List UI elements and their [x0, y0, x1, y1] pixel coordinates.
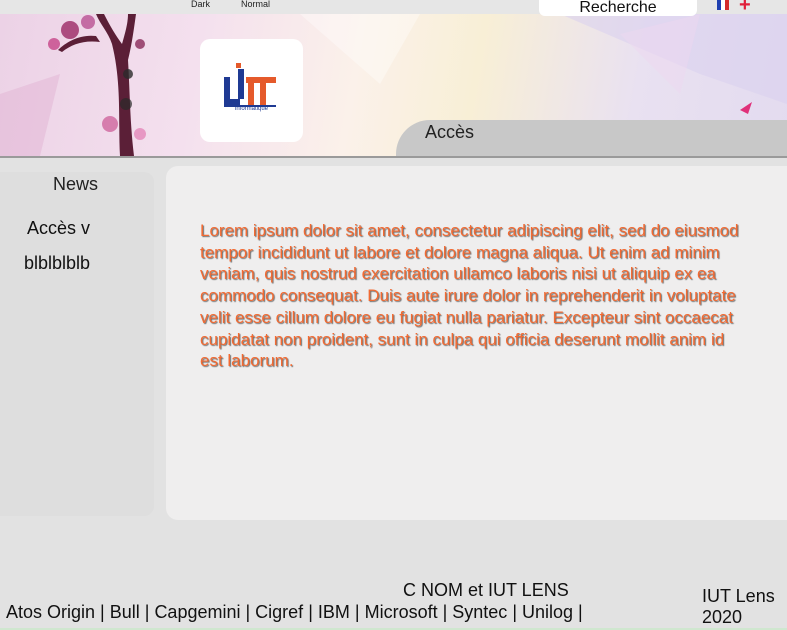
lorem-paragraph: Lorem ipsum dolor sit amet, consectetur … — [200, 221, 739, 371]
partner-links: Atos Origin | Bull | Capgemini | Cigref … — [6, 602, 583, 623]
copyright-text: C NOM et IUT LENS — [403, 580, 569, 600]
link-separator: | — [139, 602, 155, 622]
header-divider — [0, 156, 787, 158]
partner-link-cigref[interactable]: Cigref — [255, 602, 303, 622]
french-flag-icon[interactable] — [717, 0, 729, 10]
iut-logo[interactable]: informatique — [200, 39, 303, 142]
partner-link-atos-origin[interactable]: Atos Origin — [6, 602, 95, 622]
iut-logo-icon — [224, 63, 276, 107]
link-separator: | — [507, 602, 522, 622]
theme-normal-button[interactable]: Normal — [241, 0, 270, 9]
link-separator: | — [303, 602, 318, 622]
footer-year: 2020 — [702, 607, 743, 627]
link-separator: | — [240, 602, 256, 622]
search-button[interactable]: Recherche — [539, 0, 697, 16]
header-banner: informatique Accès — [0, 14, 787, 156]
access-tab-label: Accès — [425, 122, 475, 142]
link-separator: | — [95, 602, 110, 622]
partner-link-capgemini[interactable]: Capgemini — [154, 602, 240, 622]
partner-link-ibm[interactable]: IBM — [318, 602, 350, 622]
footer: C NOM et IUT LENS Atos Origin | Bull | C… — [0, 528, 787, 630]
footer-org: IUT Lens — [702, 586, 775, 606]
news-sidebar: News Accès v blblblblb — [0, 172, 154, 516]
top-bar: Dark Normal Recherche + — [0, 0, 787, 16]
theme-dark-button[interactable]: Dark — [191, 0, 210, 9]
link-separator: | — [573, 602, 583, 622]
partner-link-unilog[interactable]: Unilog — [522, 602, 573, 622]
logo-subtitle: informatique — [234, 106, 269, 112]
access-tab[interactable]: Accès — [396, 120, 787, 156]
link-separator: | — [349, 602, 365, 622]
sidebar-item-blblblblb[interactable]: blblblblb — [24, 253, 90, 274]
footer-year-block: IUT Lens 2020 — [702, 586, 782, 628]
partner-link-bull[interactable]: Bull — [110, 602, 140, 622]
plus-icon[interactable]: + — [739, 0, 751, 15]
search-label: Recherche — [579, 0, 657, 16]
sidebar-item-acces[interactable]: Accès v — [27, 218, 90, 239]
partner-link-syntec[interactable]: Syntec — [452, 602, 507, 622]
main-content: Lorem ipsum dolor sit amet, consectetur … — [166, 166, 787, 520]
news-title: News — [53, 174, 99, 194]
link-separator: | — [437, 602, 453, 622]
partner-link-microsoft[interactable]: Microsoft — [365, 602, 438, 622]
